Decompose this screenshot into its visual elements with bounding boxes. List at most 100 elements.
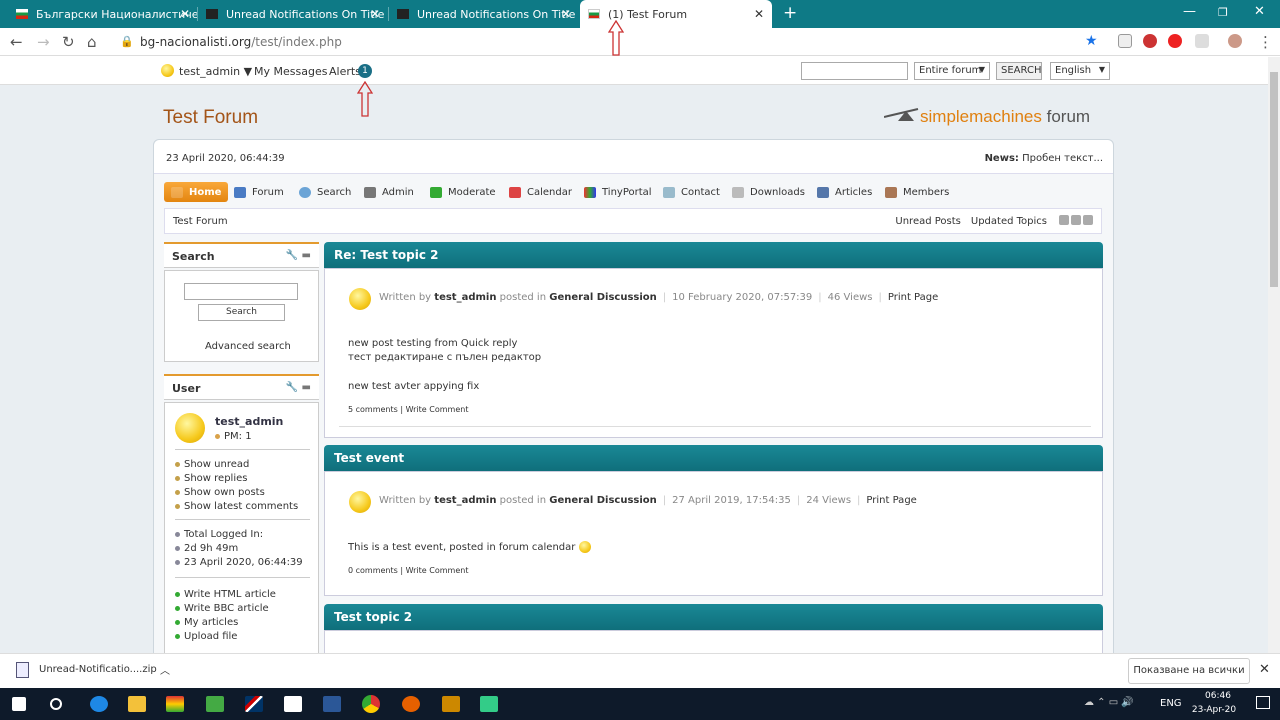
- word-icon[interactable]: [323, 696, 341, 712]
- menu-contact[interactable]: Contact: [663, 182, 720, 202]
- language-select[interactable]: English ▼: [1050, 62, 1110, 80]
- comments-link[interactable]: 5 comments: [348, 405, 398, 414]
- menu-articles[interactable]: Articles: [817, 182, 872, 202]
- block-tools-icon[interactable]: 🔧 ▬: [286, 250, 311, 261]
- updated-topics-link[interactable]: Updated Topics: [971, 216, 1047, 227]
- chrome-icon[interactable]: [362, 695, 380, 713]
- app-icon[interactable]: [480, 696, 498, 712]
- tab-1[interactable]: Български Националистически ✕: [8, 0, 198, 28]
- clock-date[interactable]: 23-Apr-20: [1188, 705, 1240, 715]
- menu-home[interactable]: Home: [164, 182, 229, 202]
- post-title[interactable]: Test topic 2: [324, 604, 1103, 630]
- chevron-up-icon[interactable]: ︿: [160, 662, 170, 677]
- close-icon[interactable]: ✕: [370, 7, 380, 21]
- input-language[interactable]: ENG: [1160, 698, 1182, 709]
- tray-icons[interactable]: ☁ ⌃ ▭ 🔊: [1084, 697, 1134, 708]
- restore-icon[interactable]: ❐: [1218, 6, 1228, 19]
- extension-icon[interactable]: [1118, 34, 1132, 48]
- search-input[interactable]: [801, 62, 908, 80]
- write-comment-link[interactable]: | Write Comment: [400, 566, 468, 575]
- block-tools-icon[interactable]: 🔧 ▬: [286, 382, 311, 393]
- breadcrumb-home[interactable]: Test Forum: [173, 216, 228, 227]
- profile-avatar[interactable]: [1228, 34, 1242, 48]
- close-window-icon[interactable]: ✕: [1254, 4, 1265, 19]
- notepadpp-icon[interactable]: [284, 696, 302, 712]
- url-field[interactable]: bg-nacionalisti.org/test/index.php: [140, 35, 342, 49]
- post-author[interactable]: test_admin: [434, 495, 496, 506]
- edge-icon[interactable]: [90, 696, 108, 712]
- uk-flag-icon[interactable]: [245, 696, 263, 712]
- my-articles-link[interactable]: My articles: [175, 617, 238, 628]
- my-messages-link[interactable]: My Messages: [254, 65, 327, 78]
- show-all-button[interactable]: Показване на всички: [1128, 658, 1250, 684]
- write-html-article-link[interactable]: Write HTML article: [175, 589, 276, 600]
- search-scope-select[interactable]: Entire forum ▼: [914, 62, 990, 80]
- app-icon[interactable]: [166, 696, 184, 712]
- sidebar-search-button[interactable]: Search: [198, 304, 285, 321]
- notifications-icon[interactable]: [1256, 696, 1270, 709]
- unread-posts-link[interactable]: Unread Posts: [895, 216, 961, 227]
- close-icon[interactable]: ✕: [180, 7, 190, 21]
- post-board[interactable]: General Discussion: [549, 495, 657, 506]
- home-icon[interactable]: ⌂: [87, 33, 97, 51]
- scrollbar-thumb[interactable]: [1270, 72, 1278, 287]
- collapse-right-icon[interactable]: [1083, 215, 1093, 225]
- user-menu[interactable]: test_admin ▼: [179, 65, 252, 78]
- close-icon[interactable]: ✕: [561, 7, 571, 21]
- new-tab-button[interactable]: +: [783, 3, 797, 23]
- firefox-icon[interactable]: [402, 696, 420, 712]
- reload-icon[interactable]: ↻: [62, 33, 75, 51]
- extension-icon[interactable]: [1195, 34, 1209, 48]
- notepad-icon[interactable]: [206, 696, 224, 712]
- print-page-link[interactable]: Print Page: [866, 495, 916, 506]
- forward-icon[interactable]: →: [37, 33, 50, 51]
- search-button[interactable]: SEARCH: [996, 62, 1042, 80]
- menu-tinyportal[interactable]: TinyPortal: [584, 182, 652, 202]
- show-replies-link[interactable]: Show replies: [175, 473, 247, 484]
- menu-members[interactable]: Members: [885, 182, 949, 202]
- show-unread-link[interactable]: Show unread: [175, 459, 249, 470]
- alerts-badge[interactable]: 1: [358, 64, 372, 78]
- clock-time[interactable]: 06:46: [1196, 691, 1240, 701]
- upload-file-link[interactable]: Upload file: [175, 631, 237, 642]
- minimize-icon[interactable]: —: [1183, 4, 1196, 19]
- post-title[interactable]: Test event: [324, 445, 1103, 471]
- file-explorer-icon[interactable]: [128, 696, 146, 712]
- windows-start-icon[interactable]: [12, 697, 26, 711]
- tab-3[interactable]: Unread Notifications On Title ✕: [389, 0, 579, 28]
- post-board[interactable]: General Discussion: [549, 292, 657, 303]
- expand-icon[interactable]: [1071, 215, 1081, 225]
- post-author[interactable]: test_admin: [434, 292, 496, 303]
- forum-title[interactable]: Test Forum: [163, 107, 258, 129]
- comments-link[interactable]: 0 comments: [348, 566, 398, 575]
- menu-moderate[interactable]: Moderate: [430, 182, 496, 202]
- sidebar-username[interactable]: test_admin: [215, 415, 283, 428]
- post-title[interactable]: Re: Test topic 2: [324, 242, 1103, 268]
- write-comment-link[interactable]: | Write Comment: [400, 405, 468, 414]
- advanced-search-link[interactable]: Advanced search: [205, 341, 291, 352]
- sidebar-search-input[interactable]: [184, 283, 298, 300]
- menu-search[interactable]: Search: [299, 182, 351, 202]
- pm-count[interactable]: PM: 1: [215, 431, 252, 442]
- back-icon[interactable]: ←: [10, 33, 23, 51]
- print-page-link[interactable]: Print Page: [888, 292, 938, 303]
- close-icon[interactable]: ✕: [1259, 662, 1270, 677]
- collapse-left-icon[interactable]: [1059, 215, 1069, 225]
- tab-2[interactable]: Unread Notifications On Title ✕: [198, 0, 388, 28]
- extension-icon[interactable]: [1168, 34, 1182, 48]
- menu-forum[interactable]: Forum: [234, 182, 284, 202]
- bookmark-star-icon[interactable]: ★: [1085, 33, 1098, 49]
- show-latest-comments-link[interactable]: Show latest comments: [175, 501, 298, 512]
- app-icon[interactable]: [442, 696, 460, 712]
- download-file[interactable]: Unread-Notificatio....zip: [39, 664, 157, 675]
- menu-calendar[interactable]: Calendar: [509, 182, 572, 202]
- menu-icon[interactable]: ⋮: [1258, 33, 1273, 51]
- close-icon[interactable]: ✕: [754, 7, 764, 21]
- write-bbc-article-link[interactable]: Write BBC article: [175, 603, 269, 614]
- alerts-link[interactable]: Alerts: [329, 65, 361, 78]
- show-own-posts-link[interactable]: Show own posts: [175, 487, 265, 498]
- search-icon[interactable]: [50, 698, 62, 710]
- menu-admin[interactable]: Admin: [364, 182, 414, 202]
- menu-downloads[interactable]: Downloads: [732, 182, 805, 202]
- extension-icon[interactable]: [1143, 34, 1157, 48]
